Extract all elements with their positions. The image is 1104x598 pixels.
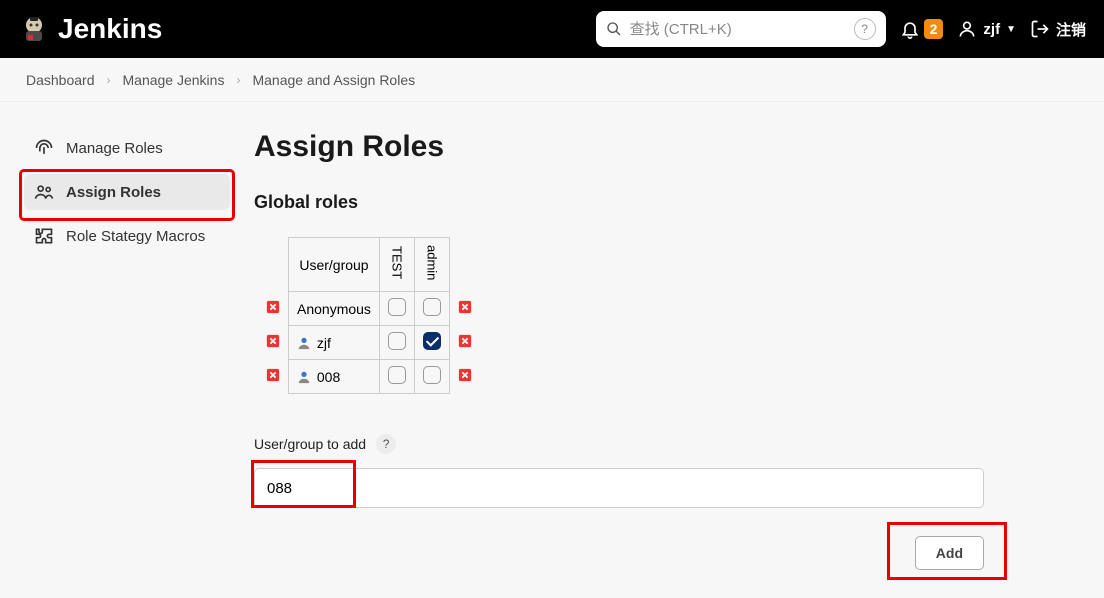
sidebar: Manage Roles Assign Roles Role Stategy M… — [24, 130, 234, 570]
table-row: 008 — [258, 360, 480, 394]
breadcrumb: Dashboard › Manage Jenkins › Manage and … — [0, 58, 1104, 102]
notification-badge: 2 — [924, 19, 944, 39]
search-input[interactable] — [630, 21, 854, 38]
role-checkbox-cell[interactable] — [414, 292, 449, 326]
main-content: Assign Roles Global roles User/group TES… — [254, 130, 1014, 570]
notifications-button[interactable]: 2 — [900, 19, 944, 39]
sidebar-item-label: Role Stategy Macros — [66, 228, 205, 245]
logout-button[interactable]: 注销 — [1030, 19, 1086, 40]
role-checkbox-cell[interactable] — [379, 360, 414, 394]
table-header-user: User/group — [289, 238, 380, 292]
table-header-role: admin — [414, 238, 449, 292]
add-field-label: User/group to add — [254, 436, 366, 452]
user-cell: 008 — [289, 360, 380, 394]
sidebar-item-label: Manage Roles — [66, 140, 163, 157]
puzzle-icon — [34, 226, 54, 246]
role-checkbox-cell[interactable] — [379, 326, 414, 360]
delete-row-left[interactable] — [258, 360, 289, 394]
search-icon — [606, 21, 622, 37]
jenkins-logo-icon — [18, 13, 50, 45]
chevron-right-icon: › — [236, 73, 240, 87]
jenkins-logo[interactable]: Jenkins — [18, 13, 162, 45]
sidebar-item-manage-roles[interactable]: Manage Roles — [24, 130, 234, 166]
breadcrumb-item[interactable]: Dashboard — [26, 72, 95, 88]
header-bar: Jenkins ? 2 zjf ▼ 注销 — [0, 0, 1104, 58]
chevron-right-icon: › — [107, 73, 111, 87]
breadcrumb-item[interactable]: Manage and Assign Roles — [252, 72, 415, 88]
user-cell: zjf — [289, 326, 380, 360]
role-checkbox-cell[interactable] — [379, 292, 414, 326]
table-header-role: TEST — [379, 238, 414, 292]
fingerprint-icon — [34, 138, 54, 158]
delete-row-right[interactable] — [449, 292, 480, 326]
role-checkbox-cell[interactable] — [414, 326, 449, 360]
username-label: zjf — [983, 21, 1000, 38]
user-icon — [957, 19, 977, 39]
role-checkbox-cell[interactable] — [414, 360, 449, 394]
help-icon[interactable]: ? — [376, 434, 396, 454]
breadcrumb-item[interactable]: Manage Jenkins — [123, 72, 225, 88]
sidebar-item-label: Assign Roles — [66, 184, 161, 201]
page-title: Assign Roles — [254, 130, 1014, 164]
user-menu[interactable]: zjf ▼ — [957, 19, 1016, 39]
add-button[interactable]: Add — [915, 536, 984, 570]
search-box[interactable]: ? — [596, 11, 886, 47]
user-to-add-input[interactable] — [254, 468, 984, 508]
sidebar-item-assign-roles[interactable]: Assign Roles — [24, 174, 230, 210]
bell-icon — [900, 19, 920, 39]
delete-row-right[interactable] — [449, 360, 480, 394]
section-title: Global roles — [254, 192, 1014, 213]
sidebar-item-role-macros[interactable]: Role Stategy Macros — [24, 218, 234, 254]
delete-row-left[interactable] — [258, 326, 289, 360]
user-cell: Anonymous — [289, 292, 380, 326]
chevron-down-icon: ▼ — [1006, 24, 1016, 35]
logout-label: 注销 — [1056, 19, 1086, 40]
delete-row-right[interactable] — [449, 326, 480, 360]
table-row: zjf — [258, 326, 480, 360]
brand-text: Jenkins — [58, 13, 162, 45]
users-icon — [34, 182, 54, 202]
global-roles-table: User/group TEST admin Anonymous zjf 008 — [258, 237, 480, 394]
table-row: Anonymous — [258, 292, 480, 326]
logout-icon — [1030, 19, 1050, 39]
search-help-icon[interactable]: ? — [854, 18, 876, 40]
delete-row-left[interactable] — [258, 292, 289, 326]
